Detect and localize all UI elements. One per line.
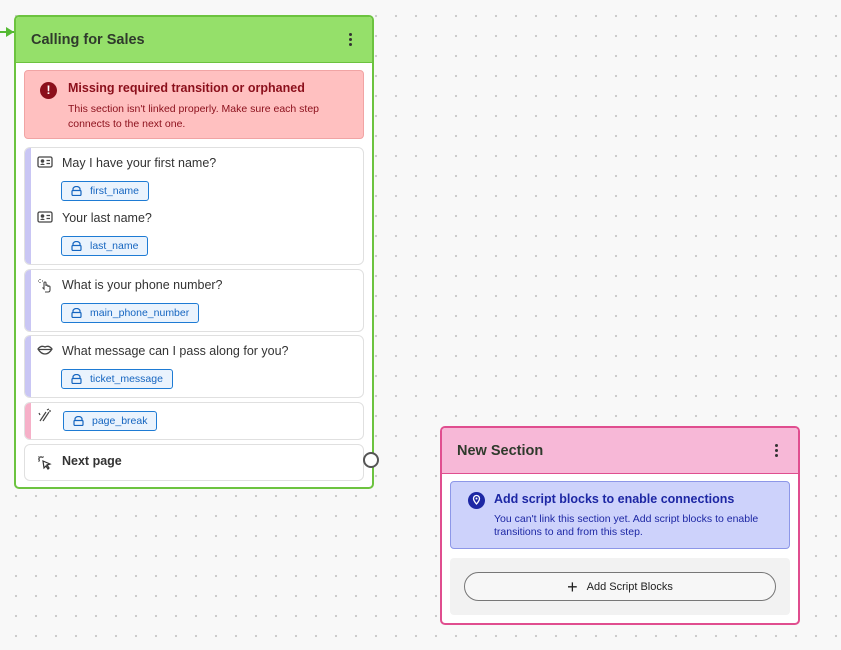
info-alert: Add script blocks to enable connections … xyxy=(450,481,790,549)
block-stripe xyxy=(25,148,31,264)
database-icon xyxy=(71,185,82,197)
contact-card-icon xyxy=(37,210,53,226)
variable-name: page_break xyxy=(92,415,148,427)
script-block-message[interactable]: What message can I pass along for you? t… xyxy=(24,335,364,398)
alert-title: Missing required transition or orphaned xyxy=(68,81,305,95)
database-icon xyxy=(71,373,82,385)
speech-lips-icon xyxy=(37,343,53,359)
next-page-block[interactable]: Next page xyxy=(24,444,364,481)
variable-name: main_phone_number xyxy=(90,307,190,319)
add-script-blocks-button[interactable]: + Add Script Blocks xyxy=(464,572,776,601)
variable-chip[interactable]: first_name xyxy=(61,181,150,201)
button-label: Add Script Blocks xyxy=(586,580,673,593)
more-vertical-icon[interactable] xyxy=(344,33,356,46)
script-block-phone[interactable]: What is your phone number? main_phone_nu… xyxy=(24,269,364,332)
page-break-icon xyxy=(37,408,53,424)
variable-name: first_name xyxy=(90,185,140,197)
plus-icon: + xyxy=(567,576,578,597)
error-alert: ! Missing required transition or orphane… xyxy=(24,70,364,139)
database-icon xyxy=(71,240,82,252)
block-stripe xyxy=(25,403,31,439)
script-block-page-break[interactable]: page_break xyxy=(24,402,364,440)
variable-chip[interactable]: ticket_message xyxy=(61,369,173,389)
database-icon xyxy=(71,307,82,319)
next-page-label: Next page xyxy=(62,454,122,468)
question-text: What is your phone number? xyxy=(62,278,223,292)
more-vertical-icon[interactable] xyxy=(770,444,782,457)
alert-message: This section isn't linked properly. Make… xyxy=(68,103,320,130)
block-stripe xyxy=(25,270,31,331)
variable-name: last_name xyxy=(90,240,139,252)
question-text: Your last name? xyxy=(62,211,152,225)
script-block-name[interactable]: May I have your first name? first_name Y… xyxy=(24,147,364,265)
section-title: Calling for Sales xyxy=(31,31,145,48)
variable-chip[interactable]: main_phone_number xyxy=(61,303,200,323)
variable-chip[interactable]: last_name xyxy=(61,236,149,256)
error-icon: ! xyxy=(40,82,57,99)
output-connector-handle[interactable] xyxy=(363,452,379,468)
click-pointer-icon xyxy=(37,455,53,471)
incoming-arrow-icon xyxy=(6,27,14,37)
block-stripe xyxy=(25,336,31,397)
alert-title: Add script blocks to enable connections xyxy=(494,492,735,506)
location-pin-icon xyxy=(468,492,485,509)
question-text: What message can I pass along for you? xyxy=(62,344,289,358)
section-header[interactable]: Calling for Sales xyxy=(16,17,372,63)
alert-message: You can't link this section yet. Add scr… xyxy=(494,513,759,538)
add-blocks-area: + Add Script Blocks xyxy=(450,558,790,615)
section-title: New Section xyxy=(457,442,544,459)
section-new-section[interactable]: New Section Add script blocks to enable … xyxy=(440,426,800,625)
section-header[interactable]: New Section xyxy=(442,428,798,474)
question-text: May I have your first name? xyxy=(62,156,217,170)
contact-card-icon xyxy=(37,155,53,171)
database-icon xyxy=(73,415,84,427)
tap-gesture-icon xyxy=(37,277,53,293)
section-calling-for-sales[interactable]: Calling for Sales ! Missing required tra… xyxy=(14,15,374,489)
variable-name: ticket_message xyxy=(90,373,163,385)
variable-chip[interactable]: page_break xyxy=(63,411,158,431)
